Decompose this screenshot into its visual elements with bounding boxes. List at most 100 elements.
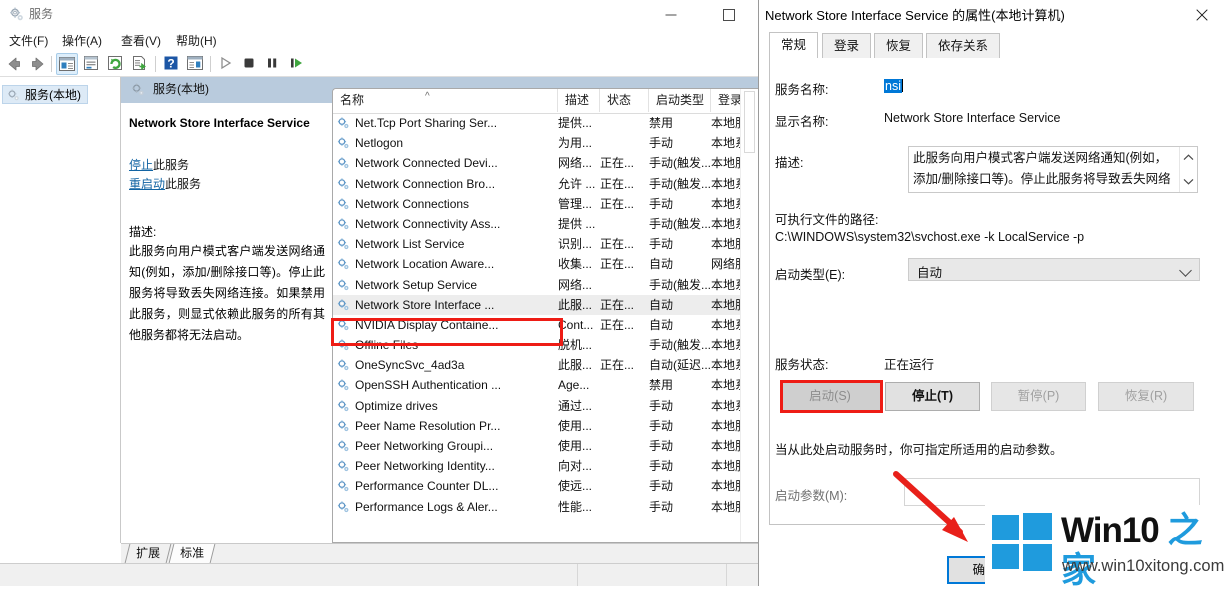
table-row[interactable]: Net.Tcp Port Sharing Ser... 提供... 禁用 本地服务 — [333, 113, 742, 133]
cell-name: OneSyncSvc_4ad3a — [355, 358, 465, 373]
startup-type-value: 自动 — [917, 266, 943, 280]
cell-logon: 本地服务 — [711, 439, 742, 453]
menu-action[interactable]: 操作(A) — [58, 32, 106, 50]
stop-service-link[interactable]: 停止 — [129, 158, 153, 172]
table-row[interactable]: OpenSSH Authentication ... Age... 禁用 本地系统 — [333, 375, 742, 395]
tab-logon[interactable]: 登录 — [822, 33, 872, 58]
table-row[interactable]: Netlogon 为用... 手动 本地系统 — [333, 133, 742, 153]
cell-desc: 通过... — [558, 398, 593, 413]
menu-file[interactable]: 文件(F) — [5, 32, 52, 50]
table-row[interactable]: Network Connections 管理... 正在... 手动 本地系统 — [333, 194, 742, 214]
start-service-icon[interactable] — [215, 53, 237, 75]
cell-logon: 本地系统 — [711, 398, 742, 413]
cell-status: 正在... — [600, 257, 635, 272]
detail-stop-link[interactable]: 停止此服务 — [129, 157, 189, 174]
listview-rows[interactable]: Net.Tcp Port Sharing Ser...提供...禁用本地服务Ne… — [333, 113, 742, 542]
cell-name: Network Connectivity Ass... — [355, 216, 501, 231]
stop-service-icon[interactable] — [239, 53, 261, 75]
cell-status — [600, 335, 649, 355]
cell-startup: 手动(触发... — [649, 338, 711, 353]
tab-extended[interactable]: 扩展 — [124, 544, 172, 563]
show-action-pane-icon[interactable] — [185, 53, 207, 75]
table-row[interactable]: Performance Counter DL... 使远... 手动 本地服务 — [333, 476, 742, 496]
table-row[interactable]: OneSyncSvc_4ad3a 此服... 正在... 自动(延迟...本地系统 — [333, 355, 742, 375]
detail-service-title: Network Store Interface Service — [129, 116, 310, 130]
table-row[interactable]: Network Location Aware... 收集... 正在... 自动 网络服… — [333, 254, 742, 274]
description-scrollbar[interactable] — [1179, 147, 1197, 192]
cell-desc: 使远... — [558, 479, 593, 494]
resume-button[interactable]: 恢复(R) — [1098, 382, 1194, 411]
value-service-name[interactable]: nsi — [884, 79, 903, 93]
scroll-up-icon[interactable] — [1180, 149, 1196, 166]
properties-icon[interactable] — [81, 53, 103, 75]
restart-service-icon[interactable] — [286, 53, 308, 75]
table-row[interactable]: Peer Networking Groupi... 使用... 手动 本地服务 — [333, 436, 742, 456]
table-row[interactable]: Offline Files 脱机... 手动(触发...本地系统 — [333, 335, 742, 355]
content-pane-title: 服务(本地) — [153, 82, 209, 96]
menu-help[interactable]: 帮助(H) — [172, 32, 221, 50]
label-description: 描述: — [775, 156, 804, 170]
back-arrow-icon[interactable] — [3, 53, 25, 75]
tab-standard[interactable]: 标准 — [168, 544, 216, 563]
stop-button[interactable]: 停止(T) — [885, 382, 980, 411]
cell-logon: 本地服务 — [711, 116, 742, 130]
table-row[interactable]: Peer Networking Identity... 向对... 手动 本地服务 — [333, 456, 742, 476]
menubar: 文件(F) 操作(A) 查看(V) 帮助(H) — [0, 30, 758, 52]
table-row[interactable]: Network Connectivity Ass... 提供 ... 手动(触发..… — [333, 214, 742, 234]
show-hide-tree-icon[interactable] — [56, 53, 78, 75]
service-detail-panel: Network Store Interface Service 停止此服务 重启… — [121, 103, 331, 543]
minimize-icon[interactable] — [648, 0, 694, 30]
maximize-icon[interactable] — [706, 0, 752, 30]
column-header-logon-as[interactable]: 登录为 — [711, 89, 742, 112]
pause-button[interactable]: 暂停(P) — [991, 382, 1086, 411]
cell-logon: 本地服务 — [711, 499, 742, 514]
forward-arrow-icon[interactable] — [27, 53, 49, 75]
column-header-startup-type[interactable]: 启动类型 — [649, 89, 711, 112]
table-row[interactable]: NVIDIA Display Containe... Cont... 正在... 自动… — [333, 315, 742, 335]
tab-recovery[interactable]: 恢复 — [874, 33, 924, 58]
cell-name: Peer Name Resolution Pr... — [355, 418, 501, 433]
cell-logon: 网络服务 — [711, 257, 742, 272]
listview-scrollbar[interactable] — [740, 89, 758, 542]
refresh-icon[interactable] — [105, 53, 127, 75]
export-list-icon[interactable] — [129, 53, 151, 75]
table-row[interactable]: Peer Name Resolution Pr... 使用... 手动 本地服务 — [333, 416, 742, 436]
start-button[interactable]: 启动(S) — [780, 382, 880, 411]
services-gear-icon-small — [6, 88, 20, 102]
scrollbar-thumb[interactable] — [744, 91, 755, 153]
startup-type-dropdown[interactable]: 自动 — [908, 258, 1200, 281]
cell-desc: 收集... — [558, 257, 593, 272]
pause-service-icon[interactable] — [262, 53, 284, 75]
scroll-down-icon[interactable] — [1180, 173, 1196, 190]
restart-service-link[interactable]: 重启动 — [129, 177, 165, 191]
description-textbox[interactable]: 此服务向用户模式客户端发送网络通知(例如，添加/删除接口等)。停止此服务将导致丢… — [908, 146, 1198, 193]
detail-description-text: 此服务向用户模式客户端发送网络通知(例如，添加/删除接口等)。停止此服务将导致丢… — [129, 244, 325, 342]
window-title: 服务 — [29, 7, 54, 21]
column-header-status[interactable]: 状态 — [600, 89, 649, 112]
column-header-description[interactable]: 描述 — [558, 89, 600, 112]
table-row[interactable]: Performance Logs & Aler... 性能... 手动 本地服务 — [333, 497, 742, 517]
cell-status — [600, 497, 649, 517]
cell-name: OpenSSH Authentication ... — [355, 378, 502, 393]
table-row[interactable]: Network List Service 识别... 正在... 手动 本地服务 — [333, 234, 742, 254]
listview-header: 名称 ^ 描述 状态 启动类型 登录为 — [333, 89, 742, 114]
cell-desc: 脱机... — [558, 338, 593, 353]
table-row[interactable]: Network Setup Service 网络... 手动(触发...本地系统 — [333, 275, 742, 295]
tab-dependencies[interactable]: 依存关系 — [926, 33, 1001, 58]
detail-restart-link[interactable]: 重启动此服务 — [129, 176, 201, 193]
tab-general[interactable]: 常规 — [769, 32, 819, 58]
cell-startup: 手动 — [649, 237, 674, 252]
table-row[interactable]: Optimize drives 通过... 手动 本地系统 — [333, 396, 742, 416]
menu-view[interactable]: 查看(V) — [117, 32, 165, 50]
close-icon[interactable] — [1179, 0, 1224, 30]
tree-node-services-local[interactable]: 服务(本地) — [2, 85, 88, 104]
startup-parameters-input[interactable] — [904, 478, 1200, 506]
restart-link-suffix: 此服务 — [165, 177, 202, 191]
column-header-name[interactable]: 名称 — [333, 89, 558, 112]
cell-status: 正在... — [600, 297, 635, 312]
table-row[interactable]: Network Connected Devi... 网络... 正在... 手动(触发… — [333, 153, 742, 173]
table-row[interactable]: Network Store Interface ... 此服... 正在... 自动 本… — [333, 294, 742, 315]
help-icon[interactable]: ? — [161, 53, 183, 75]
cell-desc: 使用... — [558, 439, 593, 453]
table-row[interactable]: Network Connection Bro... 允许 ... 正在... 手动(触… — [333, 174, 742, 194]
